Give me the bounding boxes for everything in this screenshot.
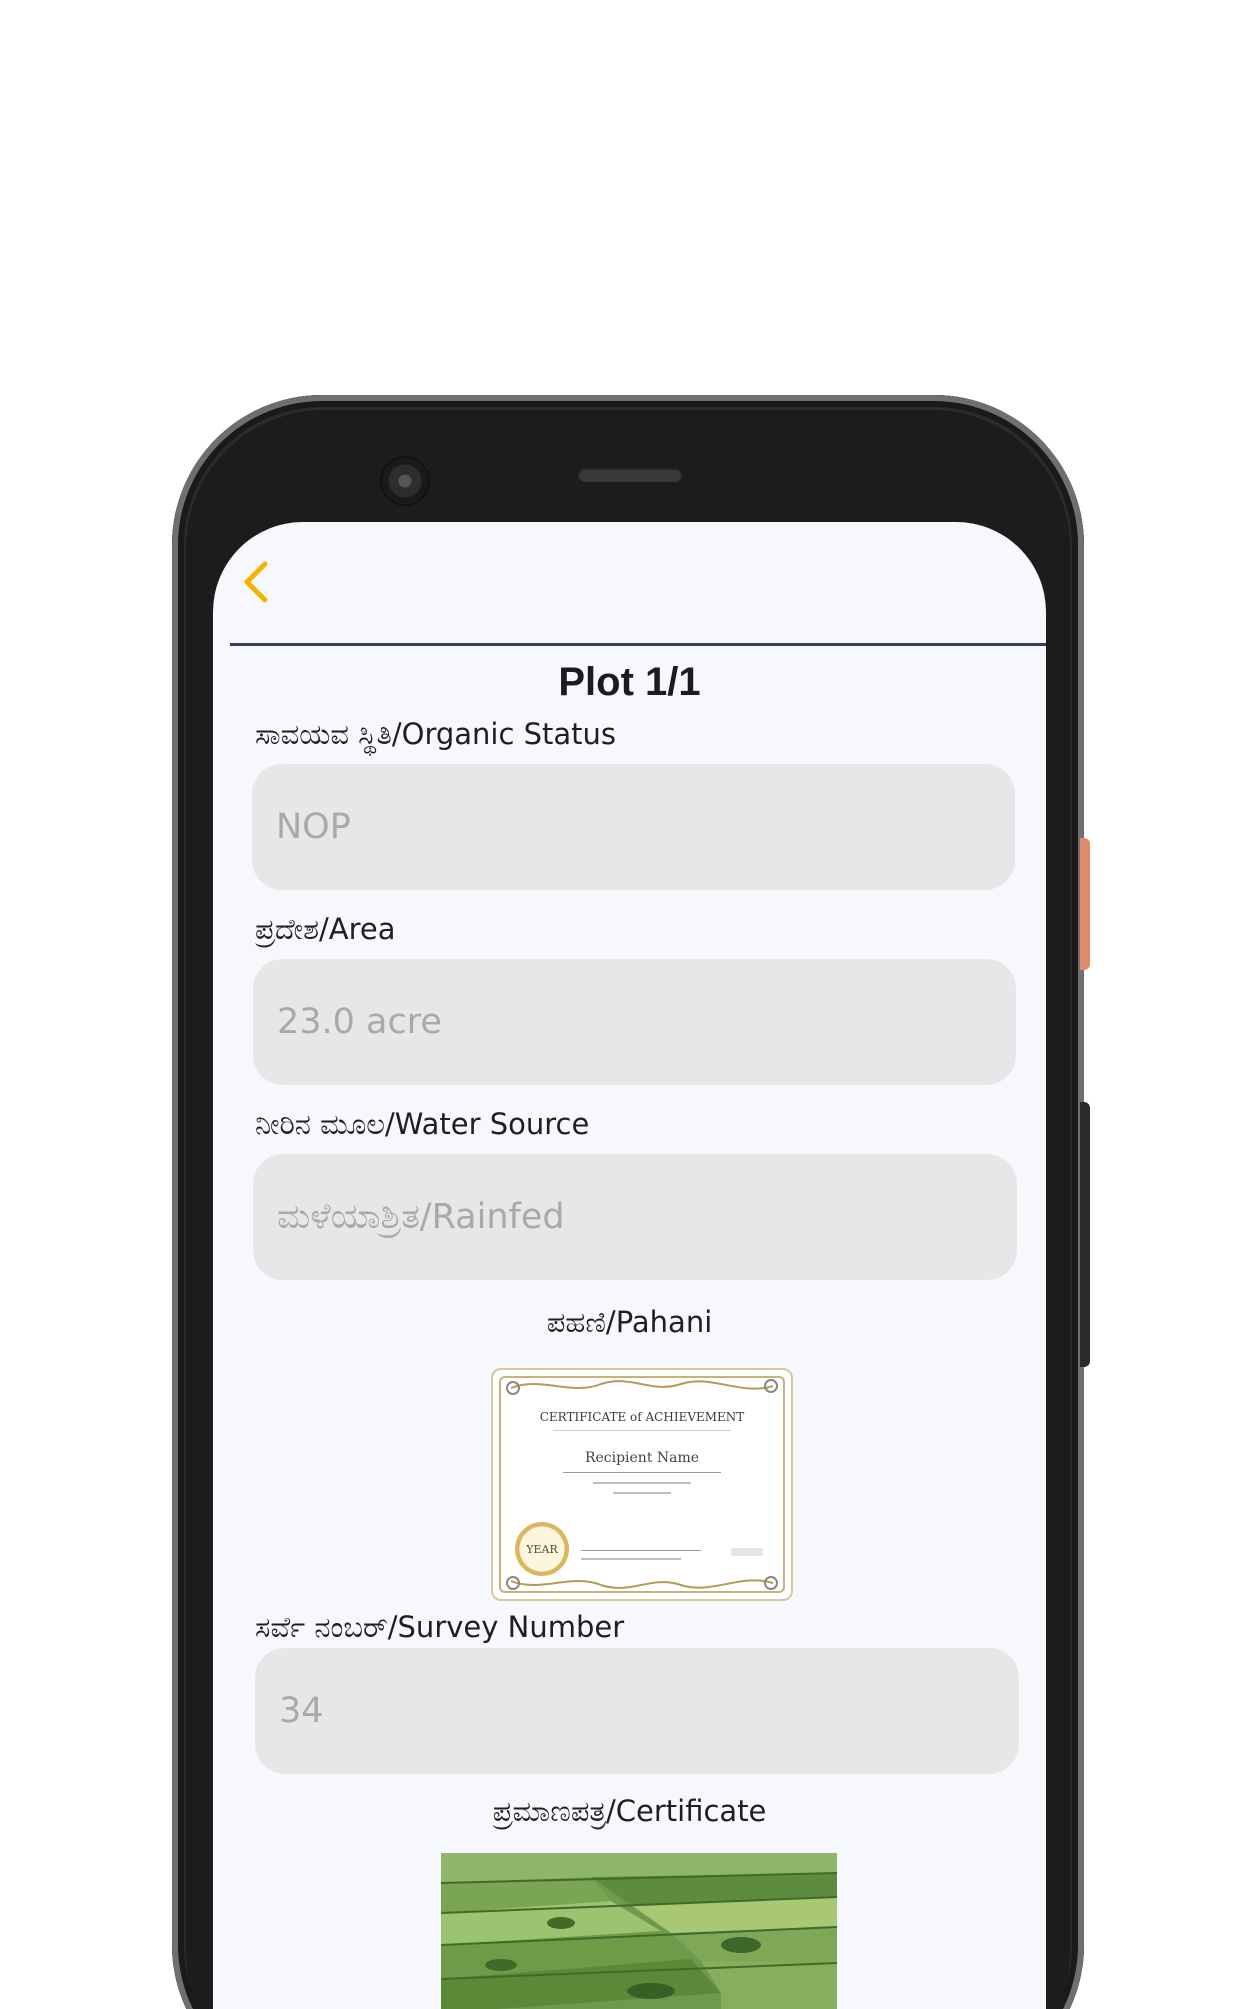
power-button: [1080, 838, 1090, 970]
signature-line: [581, 1550, 701, 1551]
organic-status-label: ಸಾವಯವ ಸ್ಥಿತಿ/Organic Status: [255, 717, 617, 751]
volume-button: [1080, 1102, 1090, 1367]
chevron-left-icon: [244, 561, 268, 603]
pahani-image[interactable]: CERTIFICATE of ACHIEVEMENT Recipient Nam…: [491, 1368, 793, 1601]
farmland-photo: [441, 1853, 837, 2009]
survey-number-field[interactable]: 34: [255, 1648, 1019, 1774]
water-source-field[interactable]: ಮಳೆಯಾಶ್ರಿತ/Rainfed: [253, 1154, 1017, 1280]
certificate-seal: YEAR: [515, 1522, 569, 1576]
ornament-bottom: [506, 1576, 778, 1590]
organic-status-field[interactable]: NOP: [252, 764, 1015, 890]
ornament-top: [506, 1379, 778, 1395]
app-screen: Plot 1/1 ಸಾವಯವ ಸ್ಥಿತಿ/Organic Status NOP…: [213, 522, 1046, 2009]
stage: Plot 1/1 ಸಾವಯವ ಸ್ಥಿತಿ/Organic Status NOP…: [0, 0, 1242, 2009]
certificate-recipient: Recipient Name: [584, 1450, 700, 1466]
pahani-label: ಪಹಣಿ/Pahani: [546, 1305, 713, 1339]
certificate-subtext: [613, 1492, 671, 1494]
survey-number-label: ಸರ್ವೆ ನಂಬರ್/Survey Number: [255, 1610, 625, 1644]
front-camera: [382, 458, 428, 504]
signature-text: [581, 1558, 681, 1560]
back-button[interactable]: [231, 552, 281, 612]
area-field[interactable]: 23.0 acre: [253, 959, 1016, 1085]
certificate-label: ಪ್ರಮಾಣಪತ್ರ/Certificate: [492, 1794, 767, 1828]
earpiece-speaker: [578, 468, 682, 482]
header-divider: [230, 643, 1046, 646]
certificate-name-line: [563, 1472, 721, 1473]
certificate-rule: [553, 1430, 731, 1431]
date-box: [731, 1548, 763, 1556]
water-source-label: ನೀರಿನ ಮೂಲ/Water Source: [255, 1107, 590, 1141]
certificate-subtext: [593, 1482, 691, 1484]
area-label: ಪ್ರದೇಶ/Area: [255, 912, 396, 946]
certificate-heading: CERTIFICATE of ACHIEVEMENT: [539, 1410, 745, 1424]
page-title: Plot 1/1: [558, 660, 701, 704]
certificate-image[interactable]: [441, 1853, 837, 2009]
